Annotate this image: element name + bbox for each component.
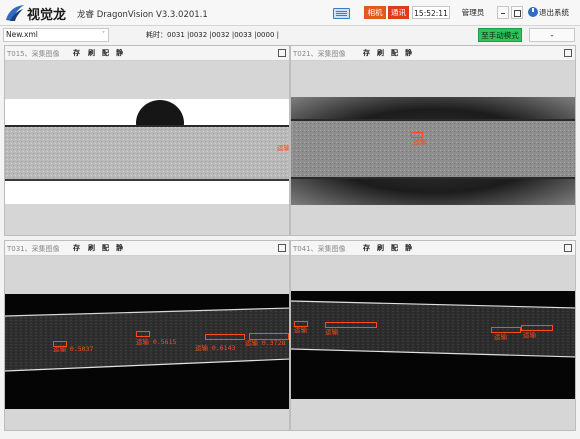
brand-name: 视觉龙 (27, 8, 67, 23)
camera-panel-t041: T041、采集图像 存 刷 配 静 运输 运输 运输 运输 (290, 240, 576, 431)
detection-box (205, 334, 245, 340)
clock-display: 15:52:11 (412, 6, 450, 19)
camera-image (5, 61, 289, 235)
panel-title: T041、采集图像 (293, 245, 346, 253)
config-button[interactable]: 配 (389, 243, 400, 254)
config-button[interactable]: 配 (389, 48, 400, 59)
refresh-button[interactable]: 刷 (86, 243, 97, 254)
panel-title: T031、采集图像 (7, 245, 60, 253)
camera-panel-t015: T015、采集图像 存 刷 配 静 运输 (4, 45, 290, 236)
exit-label: 退出系统 (539, 8, 569, 17)
logo-icon (6, 5, 24, 21)
detection-label: 运输 (325, 328, 338, 336)
static-button[interactable]: 静 (403, 48, 414, 59)
maximize-panel-icon[interactable] (278, 244, 286, 252)
panel-title: T015、采集图像 (7, 50, 60, 58)
detection-label: 运输 (494, 333, 507, 341)
maximize-icon[interactable] (511, 6, 523, 19)
maximize-panel-icon[interactable] (564, 49, 572, 57)
exit-system-button[interactable]: 退出系统 (528, 6, 576, 19)
detection-label: 运输 (294, 326, 307, 334)
detection-box (411, 132, 423, 138)
toolbar: New.xml ˅ 耗时：0031 |0032 |0032 |0033 |000… (0, 26, 580, 44)
camera-status-badge: 相机 (364, 6, 386, 19)
camera-image (291, 256, 575, 430)
refresh-button[interactable]: 刷 (86, 48, 97, 59)
panel-header: T021、采集图像 存 刷 配 静 (291, 46, 575, 61)
camera-image (291, 61, 575, 235)
title-bar: 视觉龙 龙睿 DragonVision V3.3.0201.1 相机 通讯 15… (0, 0, 580, 26)
save-button[interactable]: 存 (361, 48, 372, 59)
panel-title: T021、采集图像 (293, 50, 346, 58)
config-button[interactable]: 配 (100, 243, 111, 254)
timing-readout: 耗时：0031 |0032 |0032 |0033 |0000 | (146, 31, 279, 39)
config-button[interactable]: 配 (100, 48, 111, 59)
power-icon (528, 7, 538, 17)
dropdown-chevron-icon: ˅ (102, 31, 105, 38)
detection-label: 运输 0.3728 (245, 339, 286, 347)
comm-status-badge: 通讯 (388, 6, 409, 19)
save-button[interactable]: 存 (71, 48, 82, 59)
panel-header: T031、采集图像 存 刷 配 静 (5, 241, 289, 256)
panel-header: T015、采集图像 存 刷 配 静 (5, 46, 289, 61)
user-button[interactable]: 管理员 (456, 6, 490, 19)
dash-button[interactable]: - (529, 28, 575, 42)
detection-label: 运输 (277, 144, 290, 152)
file-select-value: New.xml (6, 30, 38, 39)
panel-header: T041、采集图像 存 刷 配 静 (291, 241, 575, 256)
detection-label: 运输 (523, 331, 536, 339)
maximize-panel-icon[interactable] (278, 49, 286, 57)
camera-panel-t021: T021、采集图像 存 刷 配 静 运输 (290, 45, 576, 236)
app-title: 龙睿 DragonVision V3.3.0201.1 (77, 10, 208, 20)
maximize-panel-icon[interactable] (564, 244, 572, 252)
manual-mode-button[interactable]: 至手动模式 (478, 28, 522, 42)
save-button[interactable]: 存 (71, 243, 82, 254)
static-button[interactable]: 静 (114, 243, 125, 254)
detection-label: 运输 0.5037 (53, 345, 94, 353)
static-button[interactable]: 静 (114, 48, 125, 59)
keyboard-icon[interactable] (333, 8, 350, 19)
save-button[interactable]: 存 (361, 243, 372, 254)
file-select[interactable]: New.xml ˅ (3, 28, 109, 42)
static-button[interactable]: 静 (403, 243, 414, 254)
minimize-icon[interactable] (497, 6, 509, 19)
camera-panel-t031: T031、采集图像 存 刷 配 静 运输 0.5037 运输 0.5615 运输… (4, 240, 290, 431)
refresh-button[interactable]: 刷 (375, 243, 386, 254)
refresh-button[interactable]: 刷 (375, 48, 386, 59)
detection-label: 运输 0.6143 (195, 344, 236, 352)
detection-label: 运输 0.5615 (136, 338, 177, 346)
